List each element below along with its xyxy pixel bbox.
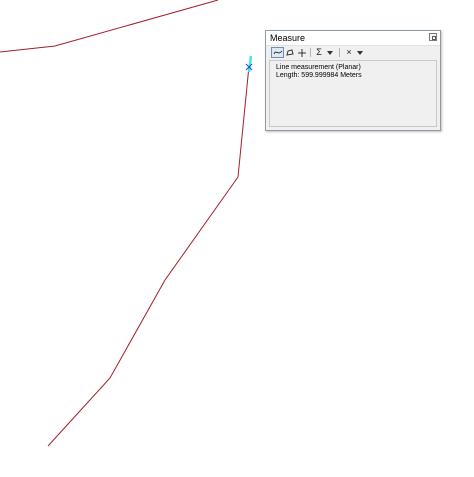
pin-window-button[interactable]: [429, 33, 437, 41]
sum-icon: Σ: [316, 47, 322, 57]
choose-units-dropdown[interactable]: [326, 47, 334, 58]
measure-window[interactable]: Measure Σ × Line measurement (Planar) Le…: [265, 30, 441, 131]
clear-button[interactable]: ×: [344, 47, 354, 58]
feature-measure-icon: [298, 48, 306, 57]
chevron-down-icon: [357, 50, 363, 55]
measurement-mode-text: Line measurement (Planar): [276, 64, 361, 71]
chevron-down-icon: [327, 50, 333, 55]
clear-options-dropdown[interactable]: [356, 47, 364, 58]
sum-button[interactable]: Σ: [314, 47, 324, 58]
clear-icon: ×: [346, 47, 352, 57]
toolbar-separator: [310, 48, 311, 57]
measure-feature-button[interactable]: [297, 47, 307, 58]
line-measure-icon: [273, 50, 282, 55]
measure-titlebar[interactable]: Measure: [266, 31, 440, 46]
measure-toolbar: Σ ×: [268, 47, 438, 58]
measured-segment-highlight: [247, 55, 253, 73]
measure-results-panel: Line measurement (Planar) Length: 599.99…: [269, 60, 437, 127]
measure-area-button[interactable]: [285, 47, 295, 58]
measure-line-button[interactable]: [271, 47, 284, 58]
measurement-length-text: Length: 599.999984 Meters: [276, 72, 362, 79]
area-measure-icon: [286, 49, 294, 56]
toolbar-separator: [339, 48, 340, 57]
road-line-top: [0, 0, 219, 53]
measure-title: Measure: [270, 33, 306, 43]
road-line-main: [47, 65, 250, 447]
